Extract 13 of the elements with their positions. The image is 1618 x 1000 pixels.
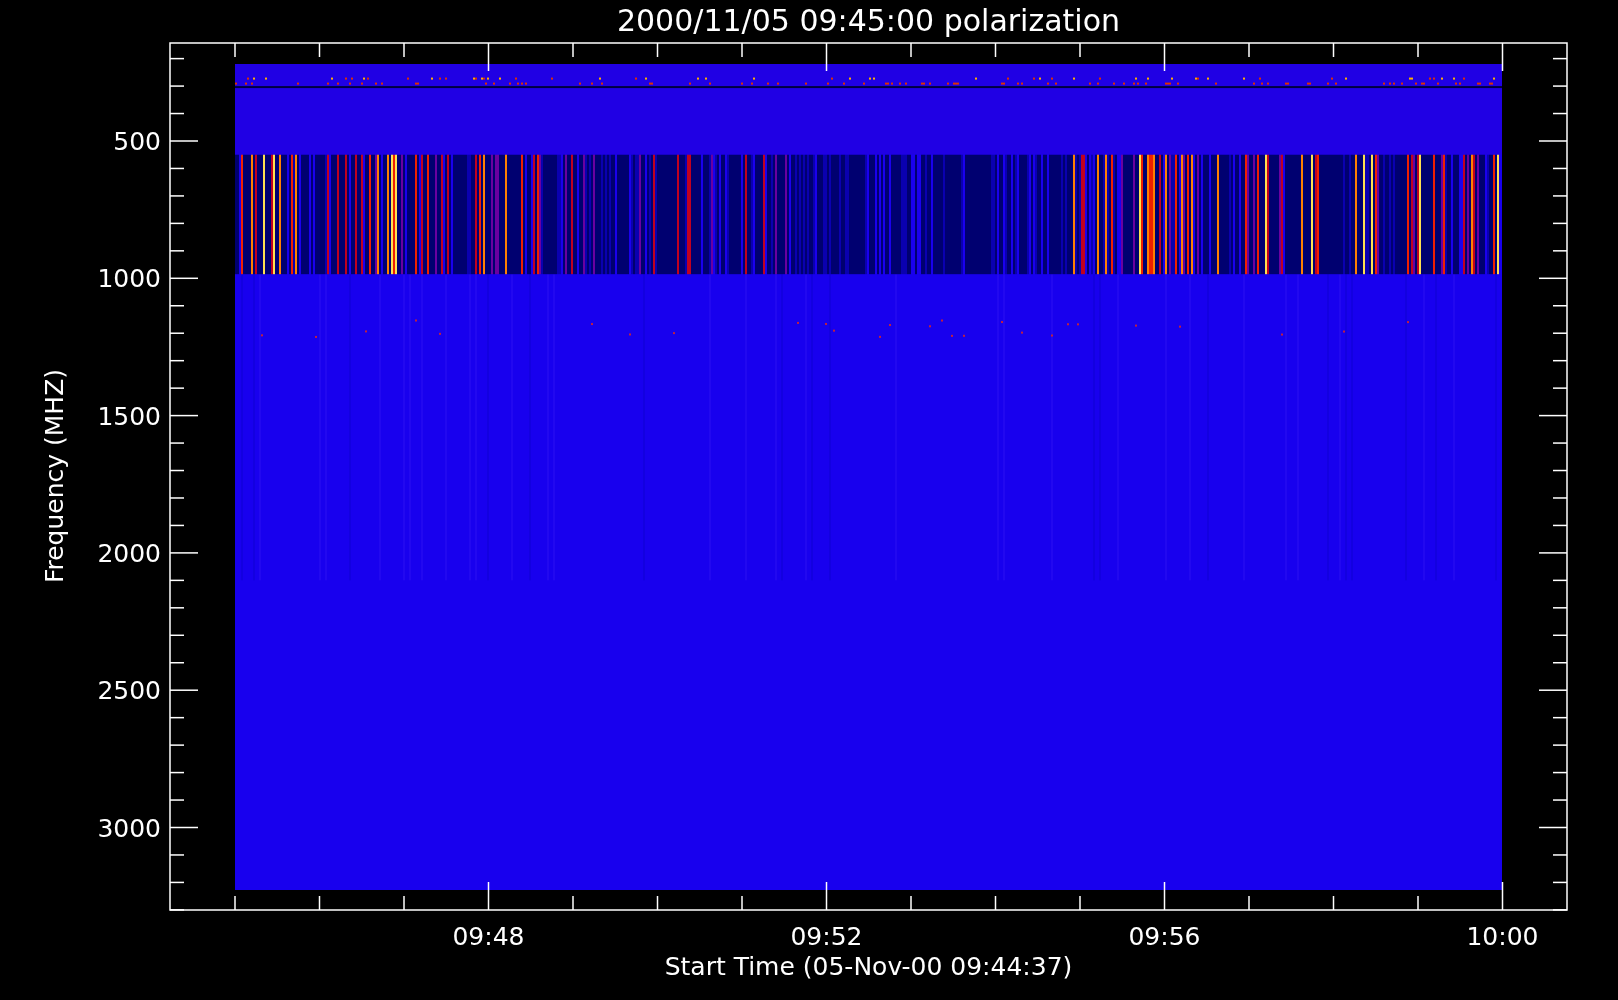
y-tick-label: 1500 (97, 401, 161, 431)
chart-title: 2000/11/05 09:45:00 polarization (616, 3, 1121, 38)
y-tick-label: 1000 (97, 264, 161, 294)
x-axis-label: Start Time (05-Nov-00 09:44:37) (664, 952, 1073, 981)
y-tick-label: 3000 (97, 813, 161, 843)
x-tick-label: 09:52 (790, 922, 863, 951)
y-axis-label: Frequency (MHZ) (40, 368, 69, 584)
y-tick-label: 2500 (97, 676, 161, 706)
y-tick-label: 500 (113, 127, 161, 156)
x-tick-label: 09:56 (1128, 922, 1201, 951)
y-tick-label: 2000 (97, 538, 161, 568)
x-tick-label: 09:48 (452, 922, 525, 951)
x-tick-label: 10:00 (1466, 922, 1539, 951)
